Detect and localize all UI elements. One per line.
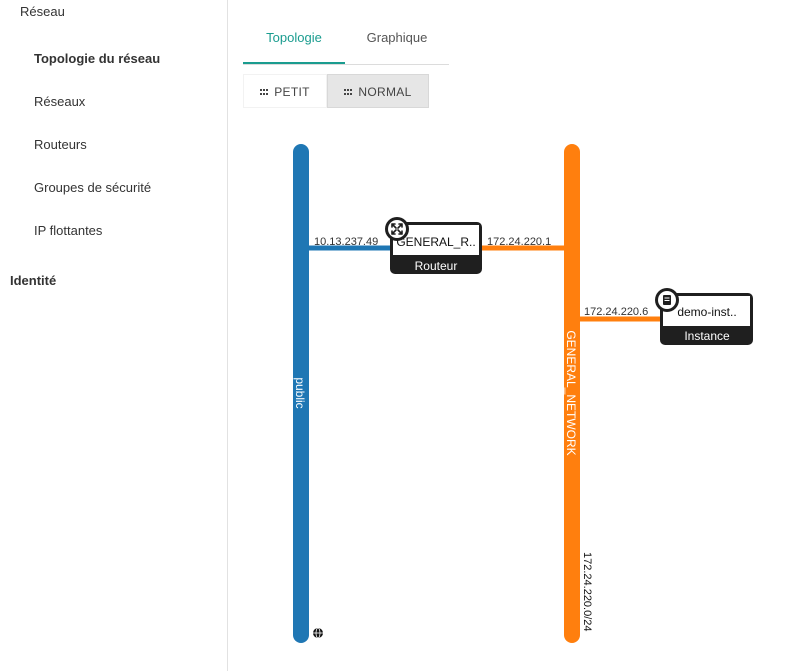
network-topology-canvas: public GENERAL_NETWORK 172.24.220.0/24 1… — [293, 144, 753, 643]
instance-ip: 172.24.220.6 — [584, 306, 648, 318]
router-node[interactable]: GENERAL_R.. Routeur — [385, 217, 482, 274]
router-public-ip: 10.13.237.49 — [314, 236, 378, 248]
general-network-cidr: 172.24.220.0/24 — [581, 552, 593, 632]
instance-node[interactable]: demo-inst.. Instance — [655, 288, 753, 345]
public-network-label: public — [293, 377, 307, 408]
router-general-ip: 172.24.220.1 — [487, 236, 551, 248]
globe-icon — [313, 627, 323, 639]
general-network-label: GENERAL_NETWORK — [564, 330, 578, 455]
router-name: GENERAL_R.. — [396, 235, 475, 249]
instance-name: demo-inst.. — [677, 305, 736, 319]
instance-type-label: Instance — [684, 329, 730, 343]
router-icon — [385, 217, 409, 241]
router-type-label: Routeur — [415, 259, 458, 273]
server-icon — [655, 288, 679, 312]
